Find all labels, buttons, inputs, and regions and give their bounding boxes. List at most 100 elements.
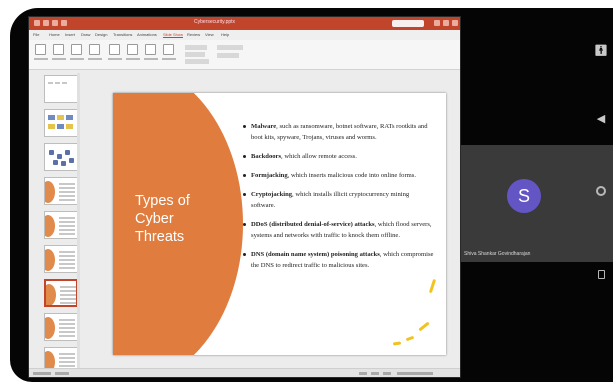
thumb-line (59, 263, 75, 265)
bullet-item: Cryptojacking, which installs illicit cr… (243, 189, 435, 211)
tab-home[interactable]: Home (49, 32, 60, 37)
tab-design[interactable]: Design (95, 32, 107, 37)
view-reading-icon[interactable] (383, 372, 391, 375)
meeting-surface: Cybersecurity.pptx File Home Insert Draw Des… (10, 8, 613, 382)
thumb-line (59, 225, 75, 227)
thumb-block (48, 124, 55, 129)
ribbon-button-icon[interactable] (71, 44, 82, 55)
ribbon-checkbox-row[interactable] (217, 45, 243, 50)
bullet-term: Cryptojacking (251, 191, 293, 198)
yellow-mark (405, 335, 415, 342)
bullet-dot (243, 192, 246, 196)
slide-thumbnail[interactable] (44, 211, 78, 239)
ribbon-label (162, 58, 176, 60)
close-icon[interactable] (452, 20, 458, 26)
thumb-icon (53, 160, 58, 165)
tab-help[interactable]: Help (221, 32, 229, 37)
ribbon-dropdown[interactable] (217, 53, 239, 58)
ribbon-label (108, 58, 122, 60)
thumb-line (59, 187, 75, 189)
tab-draw[interactable]: Draw (81, 32, 90, 37)
ribbon-button-icon[interactable] (89, 44, 100, 55)
thumb-line (60, 294, 76, 296)
bullet-item: Formjacking, which inserts malicious cod… (243, 170, 435, 181)
zoom-slider[interactable] (397, 372, 433, 375)
thumb-icon (49, 150, 54, 155)
ribbon-button-icon[interactable] (163, 44, 174, 55)
tab-file[interactable]: File (33, 32, 39, 37)
slide-thumbnail[interactable] (44, 143, 78, 171)
bullet-item: Backdoors, which allow remote access. (243, 151, 435, 162)
yellow-mark (418, 321, 430, 332)
autosave-icon[interactable] (34, 20, 40, 26)
maximize-icon[interactable] (443, 20, 449, 26)
thumb-line (59, 319, 75, 321)
bullet-dot (243, 252, 246, 256)
thumb-block (66, 124, 73, 129)
status-bar (29, 368, 460, 377)
tab-animations[interactable]: Animations (137, 32, 157, 37)
bullet-dot (243, 154, 246, 158)
thumb-orange-shape (46, 284, 56, 305)
recents-icon[interactable] (594, 270, 608, 282)
redo-icon[interactable] (61, 20, 67, 26)
thumb-line (59, 221, 75, 223)
participant-tile[interactable]: S Shiva Shankar Govindharajan (461, 145, 613, 262)
thumbnails-scrollbar[interactable] (77, 73, 80, 373)
ribbon-checkbox-row[interactable] (185, 45, 207, 50)
slide-thumbnail[interactable] (44, 109, 78, 137)
thumb-line (55, 82, 60, 84)
tab-insert[interactable]: Insert (65, 32, 75, 37)
view-normal-icon[interactable] (359, 372, 367, 375)
bullet-dot (243, 222, 246, 226)
thumb-icon (57, 154, 62, 159)
thumb-block (57, 115, 64, 120)
undo-icon[interactable] (52, 20, 58, 26)
bullet-item: DNS (domain name system) poisoning attac… (243, 249, 435, 271)
powerpoint-window: Cybersecurity.pptx File Home Insert Draw Des… (28, 16, 461, 378)
thumb-line (59, 335, 75, 337)
ribbon-label (34, 58, 48, 60)
slide-canvas[interactable]: Types of Cyber Threats Malware, such as … (113, 93, 446, 355)
thumb-line (59, 327, 75, 329)
accessibility-icon[interactable]: 🚹︎ (594, 44, 608, 57)
slide-thumbnail[interactable] (44, 75, 78, 103)
yellow-mark (428, 278, 436, 294)
ribbon-label (144, 58, 158, 60)
slide-thumbnail[interactable] (44, 245, 78, 273)
thumb-line (60, 298, 76, 300)
ribbon-tabs: File Home Insert Draw Design Transitions Anima… (29, 30, 460, 40)
ribbon-checkbox-row[interactable] (185, 59, 209, 64)
ribbon-button-icon[interactable] (127, 44, 138, 55)
minimize-icon[interactable] (434, 20, 440, 26)
thumb-orange-shape (45, 317, 55, 339)
tab-slide-show[interactable]: Slide Show (163, 32, 184, 38)
ribbon-checkbox-row[interactable] (185, 52, 205, 57)
thumb-line (62, 82, 67, 84)
tab-view[interactable]: View (205, 32, 214, 37)
ribbon-label (52, 58, 66, 60)
home-icon[interactable] (594, 186, 608, 199)
tab-transitions[interactable]: Transitions (113, 32, 132, 37)
ribbon-button-icon[interactable] (53, 44, 64, 55)
save-icon[interactable] (43, 20, 49, 26)
ribbon-button-icon[interactable] (35, 44, 46, 55)
view-sorter-icon[interactable] (371, 372, 379, 375)
slide-thumbnail[interactable] (44, 177, 78, 205)
thumb-line (60, 286, 76, 288)
thumb-line (59, 233, 75, 235)
slide-thumbnail[interactable] (44, 279, 78, 307)
screen: Cybersecurity.pptx File Home Insert Draw Des… (0, 0, 613, 382)
search-box[interactable] (392, 20, 424, 27)
slide-thumbnail[interactable] (44, 313, 78, 341)
thumb-line (59, 267, 75, 269)
ribbon-button-icon[interactable] (145, 44, 156, 55)
tab-review[interactable]: Review (187, 32, 200, 37)
thumb-orange-shape (45, 181, 55, 203)
back-icon[interactable]: ◀ (594, 112, 608, 125)
ribbon-button-icon[interactable] (109, 44, 120, 55)
thumb-line (59, 183, 75, 185)
thumb-block (66, 115, 73, 120)
slide-thumbnails (33, 73, 79, 375)
bullet-list: Malware, such as ransomware, botnet soft… (243, 121, 435, 279)
